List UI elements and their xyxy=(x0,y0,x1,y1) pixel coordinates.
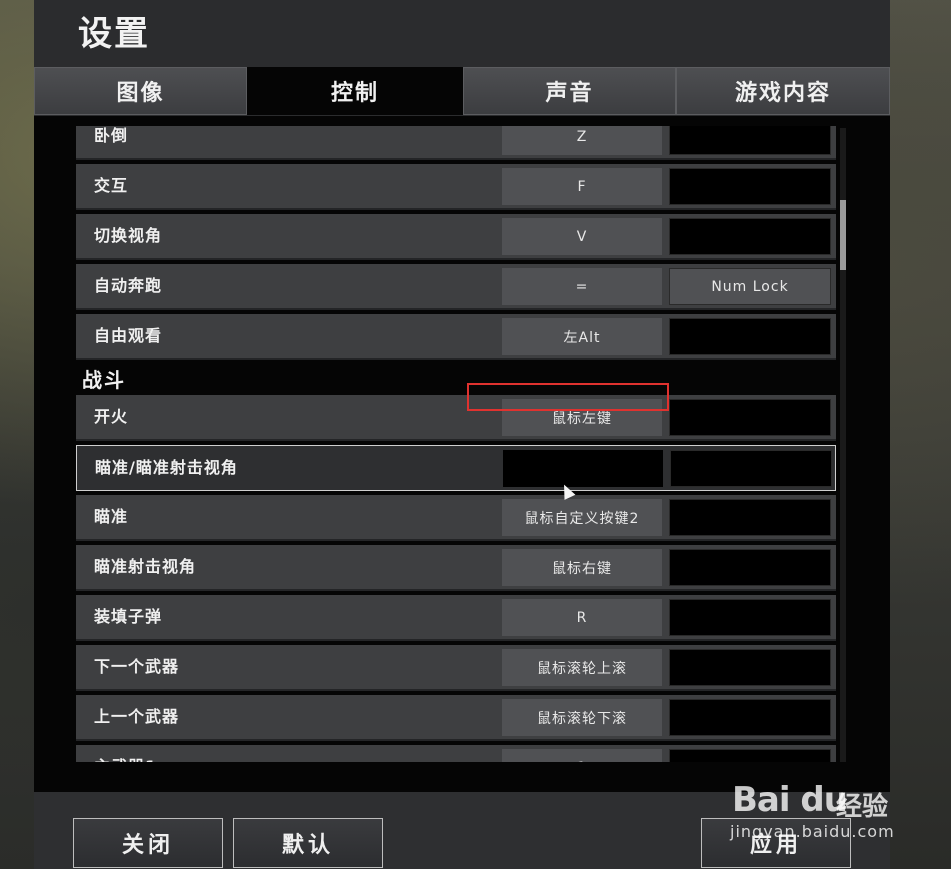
secondary-key-button[interactable] xyxy=(669,318,831,355)
apply-button[interactable]: 应用 xyxy=(701,818,851,868)
primary-key-button[interactable]: 鼠标滚轮上滚 xyxy=(502,649,662,686)
action-label: 开火 xyxy=(94,407,129,426)
primary-key-button[interactable]: 1 xyxy=(502,749,662,762)
primary-key-button[interactable]: 鼠标滚轮下滚 xyxy=(502,699,662,736)
tab-controls[interactable]: 控制 xyxy=(247,67,463,115)
section-heading-combat: 战斗 xyxy=(82,368,126,392)
keybind-row: 瞄准 鼠标自定义按键2 xyxy=(76,495,836,541)
primary-key-button[interactable]: F xyxy=(502,168,662,205)
action-label: 装填子弹 xyxy=(94,607,163,626)
action-label: 瞄准射击视角 xyxy=(94,557,197,576)
primary-key-button[interactable]: R xyxy=(502,599,662,636)
tab-graphics[interactable]: 图像 xyxy=(34,67,247,115)
action-label: 瞄准/瞄准射击视角 xyxy=(95,458,238,477)
keybind-row: 自由观看 左Alt xyxy=(76,314,836,360)
close-button[interactable]: 关闭 xyxy=(73,818,223,868)
action-label: 自由观看 xyxy=(94,326,163,345)
keybind-row: 下一个武器 鼠标滚轮上滚 xyxy=(76,645,836,691)
secondary-key-button[interactable]: Num Lock xyxy=(669,268,831,305)
annotation-highlight-box xyxy=(467,383,669,411)
keybind-row: 主武器1 1 xyxy=(76,745,836,762)
keybind-row: 切换视角 V xyxy=(76,214,836,260)
secondary-key-button[interactable] xyxy=(669,126,831,155)
primary-key-button[interactable]: 鼠标自定义按键2 xyxy=(502,499,662,536)
primary-key-button[interactable]: 鼠标右键 xyxy=(502,549,662,586)
action-label: 自动奔跑 xyxy=(94,276,163,295)
primary-key-button[interactable]: = xyxy=(502,268,662,305)
secondary-key-button[interactable] xyxy=(669,168,831,205)
action-label: 交互 xyxy=(94,176,129,195)
page-title: 设置 xyxy=(78,14,150,54)
action-label: 主武器1 xyxy=(94,745,157,762)
primary-key-button[interactable] xyxy=(503,450,663,487)
secondary-key-button[interactable] xyxy=(669,649,831,686)
secondary-key-button[interactable] xyxy=(669,699,831,736)
secondary-key-button[interactable] xyxy=(669,749,831,762)
action-label: 上一个武器 xyxy=(94,707,180,726)
keybind-row-selected: 瞄准/瞄准射击视角 xyxy=(76,445,836,491)
action-label: 瞄准 xyxy=(94,507,129,526)
secondary-key-button[interactable] xyxy=(669,599,831,636)
scrollbar-thumb[interactable] xyxy=(840,200,846,270)
tab-gameplay[interactable]: 游戏内容 xyxy=(676,67,890,115)
tab-sound[interactable]: 声音 xyxy=(463,67,676,115)
keybind-row: 开火 鼠标左键 xyxy=(76,395,836,441)
footer-bar: 关闭 默认 应用 xyxy=(34,792,890,869)
primary-key-button[interactable]: Z xyxy=(502,126,662,155)
keybinding-list[interactable]: 卧倒 Z 交互 F 切换视角 V 自动奔跑 = Num Lock 自由观看 左A… xyxy=(76,126,836,762)
secondary-key-button[interactable] xyxy=(669,499,831,536)
secondary-key-button[interactable] xyxy=(670,450,832,487)
keybind-row: 上一个武器 鼠标滚轮下滚 xyxy=(76,695,836,741)
secondary-key-button[interactable] xyxy=(669,218,831,255)
keybind-row: 自动奔跑 = Num Lock xyxy=(76,264,836,310)
scrollbar[interactable] xyxy=(840,128,846,762)
tab-bar: 图像 控制 声音 游戏内容 xyxy=(34,67,890,116)
action-label: 卧倒 xyxy=(94,126,129,145)
keybind-row: 交互 F xyxy=(76,164,836,210)
secondary-key-button[interactable] xyxy=(669,549,831,586)
default-button[interactable]: 默认 xyxy=(233,818,383,868)
primary-key-button[interactable]: V xyxy=(502,218,662,255)
keybind-row: 装填子弹 R xyxy=(76,595,836,641)
keybinding-content: 卧倒 Z 交互 F 切换视角 V 自动奔跑 = Num Lock 自由观看 左A… xyxy=(34,116,890,792)
keybind-row: 卧倒 Z xyxy=(76,126,836,160)
keybind-row: 瞄准射击视角 鼠标右键 xyxy=(76,545,836,591)
action-label: 切换视角 xyxy=(94,226,163,245)
secondary-key-button[interactable] xyxy=(669,399,831,436)
primary-key-button[interactable]: 左Alt xyxy=(502,318,662,355)
action-label: 下一个武器 xyxy=(94,657,180,676)
